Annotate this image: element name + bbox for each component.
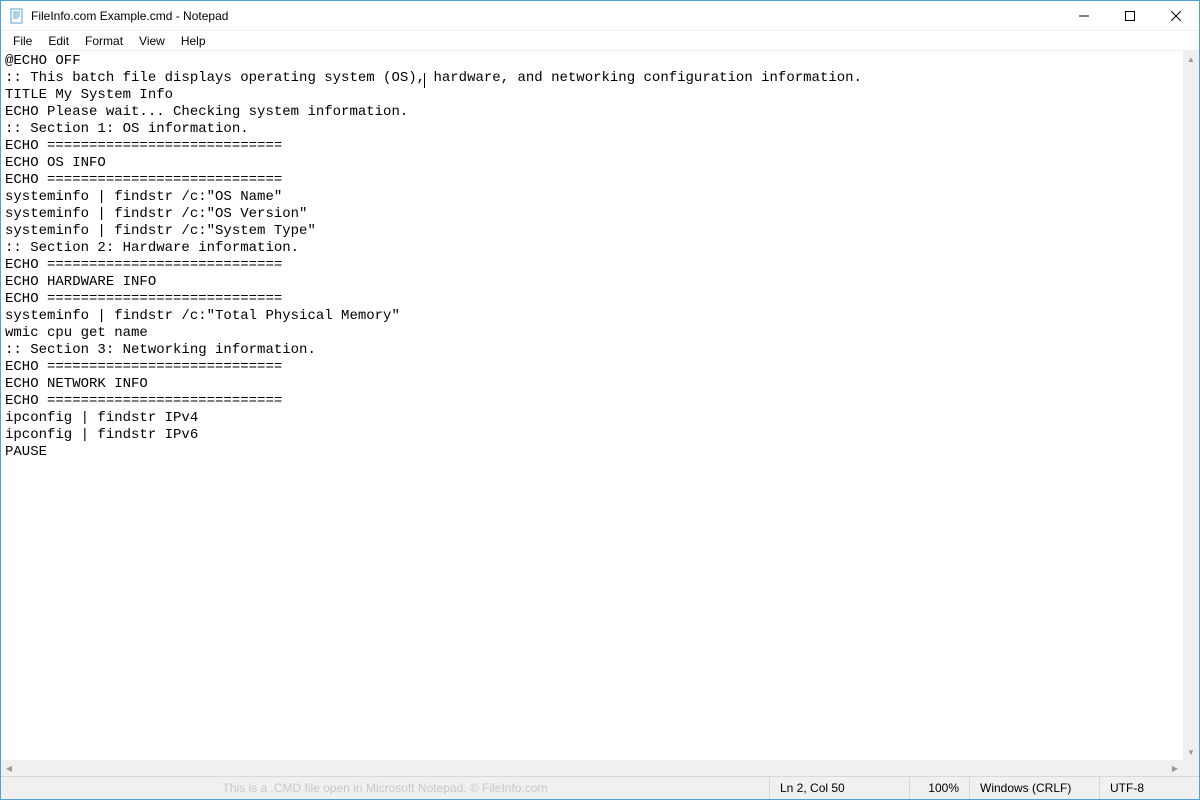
menu-format[interactable]: Format xyxy=(77,32,131,50)
status-zoom: 100% xyxy=(909,777,969,799)
status-line-ending: Windows (CRLF) xyxy=(969,777,1099,799)
scroll-left-icon[interactable]: ◀ xyxy=(1,760,17,776)
notepad-window: FileInfo.com Example.cmd - Notepad File … xyxy=(0,0,1200,800)
titlebar: FileInfo.com Example.cmd - Notepad xyxy=(1,1,1199,31)
scroll-up-icon[interactable]: ▲ xyxy=(1183,51,1199,67)
statusbar: This is a .CMD file open in Microsoft No… xyxy=(1,776,1199,799)
window-controls xyxy=(1061,1,1199,30)
notepad-icon xyxy=(9,8,25,24)
status-encoding: UTF-8 xyxy=(1099,777,1199,799)
vertical-scrollbar[interactable]: ▲ ▼ xyxy=(1183,51,1199,760)
editor-area: @ECHO OFF :: This batch file displays op… xyxy=(1,51,1199,776)
status-watermark: This is a .CMD file open in Microsoft No… xyxy=(1,777,769,799)
text-editor[interactable]: @ECHO OFF :: This batch file displays op… xyxy=(1,51,1183,760)
menu-help[interactable]: Help xyxy=(173,32,214,50)
close-button[interactable] xyxy=(1153,1,1199,30)
menubar: File Edit Format View Help xyxy=(1,31,1199,51)
scroll-right-icon[interactable]: ▶ xyxy=(1167,760,1183,776)
menu-file[interactable]: File xyxy=(5,32,40,50)
status-position: Ln 2, Col 50 xyxy=(769,777,909,799)
maximize-button[interactable] xyxy=(1107,1,1153,30)
menu-view[interactable]: View xyxy=(131,32,173,50)
minimize-button[interactable] xyxy=(1061,1,1107,30)
scrollbar-corner xyxy=(1183,760,1199,776)
menu-edit[interactable]: Edit xyxy=(40,32,77,50)
scroll-down-icon[interactable]: ▼ xyxy=(1183,744,1199,760)
horizontal-scrollbar[interactable]: ◀ ▶ xyxy=(1,760,1183,776)
text-caret xyxy=(424,73,425,88)
window-title: FileInfo.com Example.cmd - Notepad xyxy=(31,9,228,23)
